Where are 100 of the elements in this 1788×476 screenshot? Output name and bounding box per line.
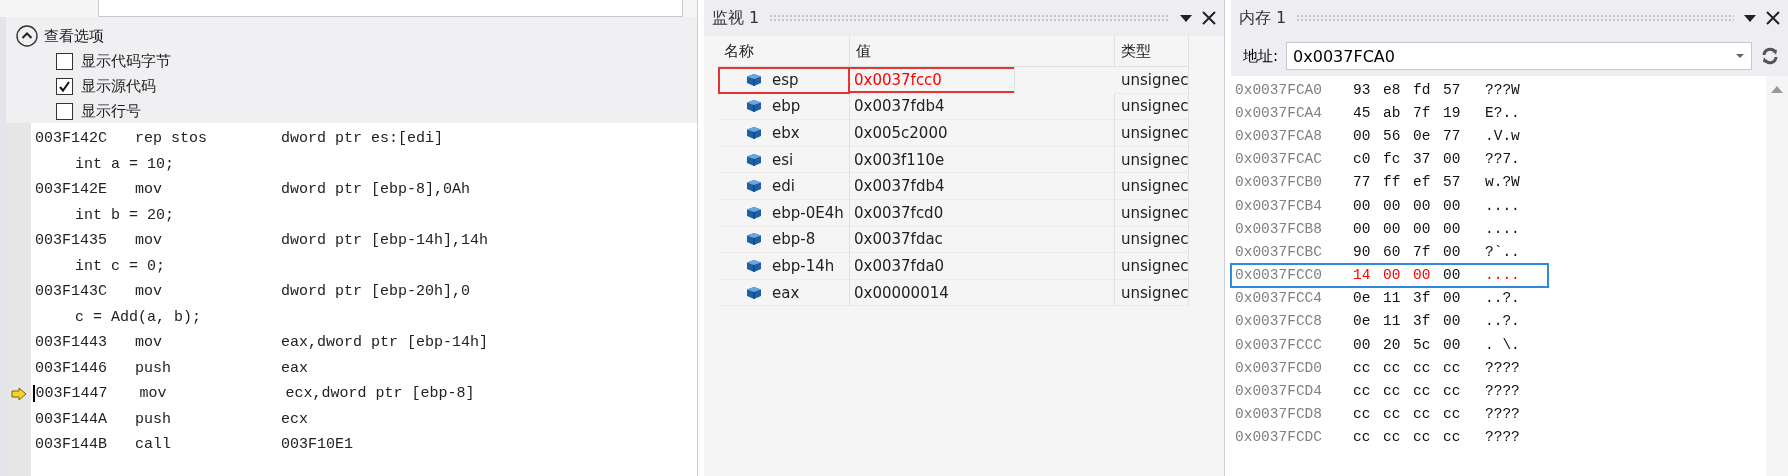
byte-value: 77 [1353,174,1372,191]
byte-value: 5c [1413,336,1432,353]
code-address: 003F1443 [34,334,108,352]
byte-value: cc [1383,359,1402,376]
byte-value: 93 [1353,81,1372,98]
variable-type: unsignec [1121,230,1188,249]
ascii-text: ???? [1485,383,1520,400]
byte-value: 37 [1413,151,1432,168]
byte-value: cc [1443,359,1462,376]
byte-value: cc [1413,359,1432,376]
checkbox[interactable] [56,103,73,120]
ascii-text: w.?W [1485,174,1520,191]
byte-value: 0e [1413,127,1432,144]
variable-type: unsignec [1121,70,1188,89]
byte-value: 0e [1353,290,1372,307]
byte-value: 00 [1353,127,1372,144]
cube-icon [746,179,762,194]
code-address: 003F142C [34,130,108,148]
memory-address: 0x0037FCCC [1235,336,1323,353]
byte-value: 00 [1443,151,1462,168]
close-icon[interactable] [1202,11,1216,25]
code-mnemonic: rep stos [135,130,208,148]
code-operands: ecx,dword ptr [ebp-8] [285,385,475,403]
variable-value: 0x0037fda0 [854,256,945,275]
code-operands: dword ptr es:[edi] [281,130,444,148]
column-header[interactable]: 类型 [1115,36,1189,67]
code-mnemonic: push [135,410,172,428]
byte-value: 60 [1383,243,1402,260]
byte-value: 00 [1383,197,1402,214]
address-field[interactable]: 0x0037FCA0 [1286,42,1752,70]
code-address: 003F142E [34,181,108,199]
location-field[interactable] [98,0,683,17]
refresh-icon[interactable] [1760,46,1780,66]
byte-value: cc [1353,406,1372,423]
checkbox[interactable] [56,78,73,95]
variable-name: edi [772,177,795,196]
byte-value: cc [1383,429,1402,446]
source-line: c = Add(a, b); [74,308,202,326]
byte-value: fc [1383,151,1402,168]
byte-value: 57 [1443,81,1462,98]
cube-icon [746,72,762,87]
code-mnemonic: mov [135,283,163,301]
code-operands: 003F10E1 [281,436,353,454]
byte-value: 00 [1353,336,1372,353]
dropdown-icon[interactable] [1180,14,1192,22]
code-address: 003F1446 [34,359,108,377]
variable-value: 0x00000014 [854,283,949,302]
byte-value: ef [1413,174,1432,191]
byte-value: 0e [1353,313,1372,330]
variable-type: unsignec [1121,97,1188,116]
byte-value: 7f [1413,104,1432,121]
variable-value: 0x0037fcc0 [854,70,942,89]
ascii-text: ???? [1485,406,1520,423]
code-mnemonic: call [135,436,172,454]
source-line: int c = 0; [74,257,165,275]
memory-address: 0x0037FCA8 [1235,127,1323,144]
byte-value: 00 [1443,220,1462,237]
variable-name: ebp [772,97,801,116]
code-operands: dword ptr [ebp-8],0Ah [281,181,471,199]
memory-address: 0x0037FCC0 [1235,267,1323,284]
variable-name: esi [772,150,794,169]
byte-value: 90 [1353,243,1372,260]
byte-value: 11 [1383,313,1402,330]
checkbox[interactable] [56,53,73,70]
memory-address: 0x0037FCC4 [1235,290,1323,307]
scroll-up-icon[interactable] [1771,86,1783,93]
variable-type: unsignec [1121,150,1188,169]
checkbox-label: 显示源代码 [81,77,156,96]
checkbox-label: 显示代码字节 [81,52,171,71]
byte-value: 11 [1383,290,1402,307]
byte-value: cc [1443,406,1462,423]
memory-address: 0x0037FCD0 [1235,359,1323,376]
code-mnemonic: mov [139,385,168,403]
code-address: 003F144B [34,436,108,454]
code-mnemonic: push [135,359,172,377]
byte-value: 14 [1353,267,1372,284]
byte-value: 00 [1443,313,1462,330]
memory-address: 0x0037FCB8 [1235,220,1323,237]
byte-value: 77 [1443,127,1462,144]
byte-value: cc [1383,406,1402,423]
variable-value: 0x0037fdac [854,230,943,249]
cube-icon [746,152,762,167]
dropdown-icon[interactable] [1744,14,1756,22]
source-line: int b = 20; [74,206,175,224]
close-icon[interactable] [1766,11,1780,25]
code-operands: dword ptr [ebp-14h],14h [281,232,489,250]
variable-name: ebp-8 [772,230,816,249]
byte-value: e8 [1383,81,1402,98]
byte-value: 00 [1443,290,1462,307]
variable-value: 0x0037fcd0 [854,203,944,222]
collapse-toggle[interactable] [16,25,38,47]
ascii-text: ???? [1485,429,1520,446]
column-header[interactable]: 名称 [718,36,850,67]
byte-value: ab [1383,104,1402,121]
cube-icon [746,99,762,114]
memory-address: 0x0037FCBC [1235,243,1323,260]
byte-value: 00 [1443,197,1462,214]
column-header[interactable]: 值 [850,36,1115,67]
variable-value: 0x003f110e [854,150,945,169]
cube-icon [746,285,762,300]
